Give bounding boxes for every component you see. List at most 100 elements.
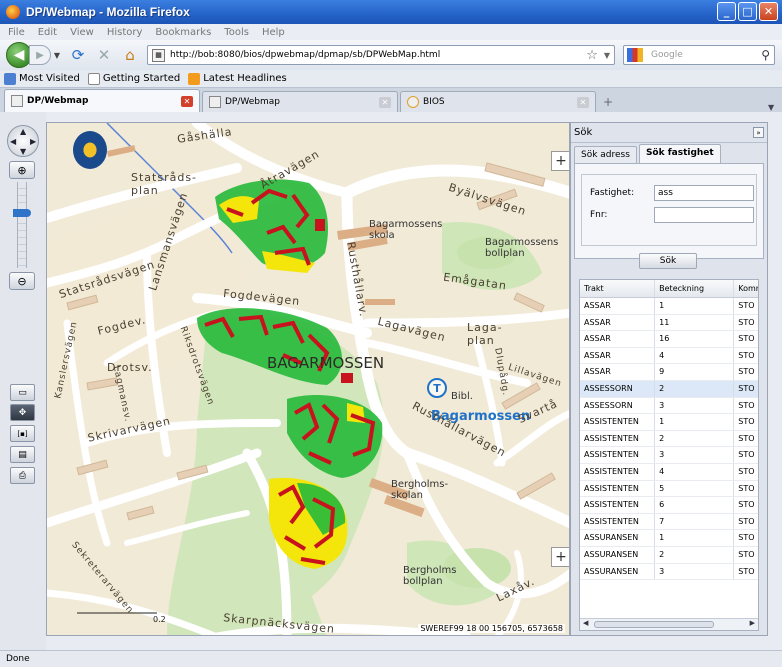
history-dropdown-icon[interactable]: ▼ — [51, 51, 63, 60]
tab-loading-icon — [407, 96, 419, 108]
draw-rectangle-tool[interactable]: ▭ — [10, 384, 35, 401]
zoom-slider[interactable] — [17, 182, 27, 268]
search-icon[interactable]: ⚲ — [761, 48, 774, 62]
map-toolbar: ▲ ▼ ◀ ▶ ⊕ ⊖ ▭ ✥ [▪] ▤ ⎙ — [0, 112, 46, 650]
menu-edit[interactable]: Edit — [38, 27, 57, 38]
zoom-in-button[interactable]: ⊕ — [9, 161, 35, 179]
new-tab-icon[interactable]: + — [598, 92, 618, 112]
menu-help[interactable]: Help — [262, 27, 285, 38]
menu-view[interactable]: View — [70, 27, 94, 38]
table-cell: 6 — [655, 497, 735, 513]
subway-station-icon: T — [427, 378, 447, 398]
table-row[interactable]: ASSAR 9 STO — [580, 364, 758, 381]
navigation-toolbar: ◀ ▶ ▼ ⟳ ✕ ⌂ ▦ http://bob:8080/bios/dpweb… — [0, 40, 782, 70]
table-cell: STO — [738, 350, 755, 360]
tab-dp-webmap-2[interactable]: DP/Webmap ✕ — [202, 91, 398, 112]
tab-close-icon[interactable]: ✕ — [379, 96, 391, 108]
table-cell: 9 — [655, 364, 735, 380]
table-cell: 7 — [655, 513, 735, 530]
bookmark-getting-started[interactable]: Getting Started — [87, 72, 181, 85]
scroll-right-icon[interactable]: ▶ — [750, 619, 755, 627]
scrollbar-thumb[interactable] — [594, 621, 714, 628]
maximize-button[interactable]: □ — [738, 2, 757, 21]
table-row[interactable]: ASSAR 11 STO — [580, 314, 758, 332]
table-row[interactable]: ASSISTENTEN 3 STO — [580, 447, 758, 464]
table-row[interactable]: ASSAR 1 STO — [580, 298, 758, 315]
table-row[interactable]: ASSISTENTEN 6 STO — [580, 497, 758, 514]
scale-label: 0.2 — [153, 615, 166, 624]
tab-sok-adress[interactable]: Sök adress — [574, 146, 637, 163]
table-cell: ASSURANSEN — [580, 546, 656, 563]
stop-icon[interactable]: ✕ — [93, 44, 115, 66]
bookmark-star-icon[interactable]: ☆ — [586, 48, 600, 63]
forward-arrow-icon: ▶ — [36, 49, 44, 61]
print-tool[interactable]: ⎙ — [10, 467, 35, 484]
bookmark-latest-headlines[interactable]: Latest Headlines — [188, 72, 287, 85]
table-row[interactable]: ASSISTENTEN 2 STO — [580, 430, 758, 448]
move-icon: ✥ — [18, 407, 27, 418]
table-row[interactable]: ASSURANSEN 3 STO — [580, 563, 758, 581]
menu-file[interactable]: File — [8, 27, 25, 38]
table-row[interactable]: ASSISTENTEN 4 STO — [580, 463, 758, 481]
tab-dp-webmap-1[interactable]: DP/Webmap ✕ — [4, 89, 200, 112]
table-cell: STO — [738, 450, 755, 460]
table-row[interactable]: ASSURANSEN 1 STO — [580, 530, 758, 547]
full-extent-tool[interactable]: [▪] — [10, 425, 35, 442]
layers-tool[interactable]: ▤ — [10, 446, 35, 463]
table-cell: 1 — [655, 530, 735, 546]
map-view[interactable]: Gåshälla Statsråds- plan Statsrådsvägen … — [46, 122, 570, 636]
tab-bios[interactable]: BIOS ✕ — [400, 91, 596, 112]
tab-list-icon[interactable]: ▼ — [768, 103, 782, 112]
column-header-kommun[interactable]: Kommun — [734, 280, 758, 297]
table-cell: STO — [738, 417, 755, 427]
bookmark-most-visited[interactable]: Most Visited — [4, 72, 80, 85]
table-row[interactable]: ASSISTENTEN 7 STO — [580, 513, 758, 531]
table-cell: 3 — [655, 563, 735, 580]
close-button[interactable]: ✕ — [759, 2, 778, 21]
collapse-panel-icon[interactable]: » — [753, 127, 764, 138]
table-row[interactable]: ASSAR 4 STO — [580, 347, 758, 365]
web-search-box[interactable]: Google ⚲ — [623, 45, 775, 65]
table-cell: STO — [738, 433, 755, 443]
horizontal-scrollbar[interactable]: ◀ ▶ — [580, 618, 758, 630]
table-row[interactable]: ASSESSORN 3 STO — [580, 397, 758, 415]
scroll-left-icon[interactable]: ◀ — [583, 619, 588, 627]
pan-tool[interactable]: ✥ — [10, 404, 35, 421]
pan-down-icon[interactable]: ▼ — [20, 147, 26, 156]
minimize-button[interactable]: _ — [717, 2, 736, 21]
url-bar[interactable]: ▦ http://bob:8080/bios/dpwebmap/dpmap/sb… — [147, 45, 615, 65]
tab-close-icon[interactable]: ✕ — [181, 95, 193, 107]
table-cell: 4 — [655, 463, 735, 480]
table-cell: STO — [738, 566, 755, 576]
table-row[interactable]: ASSURANSEN 2 STO — [580, 546, 758, 564]
pan-left-icon[interactable]: ◀ — [10, 137, 16, 146]
google-engine-icon[interactable] — [627, 48, 643, 62]
fnr-input[interactable] — [654, 207, 754, 223]
pan-up-icon[interactable]: ▲ — [20, 127, 26, 136]
map-zoom-in-button[interactable]: + — [551, 151, 569, 171]
column-header-trakt[interactable]: Trakt — [580, 280, 656, 297]
overview-map-toggle-button[interactable]: + — [551, 547, 569, 567]
pan-control[interactable]: ▲ ▼ ◀ ▶ — [7, 125, 39, 157]
home-icon[interactable]: ⌂ — [119, 44, 141, 66]
pan-right-icon[interactable]: ▶ — [30, 137, 36, 146]
reload-icon[interactable]: ⟳ — [67, 44, 89, 66]
url-dropdown-icon[interactable]: ▼ — [600, 51, 614, 60]
forward-button[interactable]: ▶ — [29, 45, 51, 65]
menu-tools[interactable]: Tools — [224, 27, 249, 38]
table-row[interactable]: ASSAR 16 STO — [580, 331, 758, 348]
table-row[interactable]: ASSISTENTEN 1 STO — [580, 414, 758, 431]
bookmark-label: Getting Started — [102, 73, 181, 84]
menu-bookmarks[interactable]: Bookmarks — [155, 27, 211, 38]
table-row[interactable]: ASSISTENTEN 5 STO — [580, 480, 758, 498]
table-row[interactable]: ASSESSORN 2 STO — [580, 380, 758, 398]
column-header-beteckning[interactable]: Beteckning — [655, 280, 735, 297]
zoom-slider-thumb[interactable] — [13, 209, 31, 217]
search-button[interactable]: Sök — [639, 253, 697, 269]
tab-sok-fastighet[interactable]: Sök fastighet — [638, 144, 721, 163]
tab-close-icon[interactable]: ✕ — [577, 96, 589, 108]
back-arrow-icon: ◀ — [13, 47, 25, 63]
fastighet-input[interactable]: ass — [654, 185, 754, 201]
menu-history[interactable]: History — [107, 27, 143, 38]
zoom-out-button[interactable]: ⊖ — [9, 272, 35, 290]
